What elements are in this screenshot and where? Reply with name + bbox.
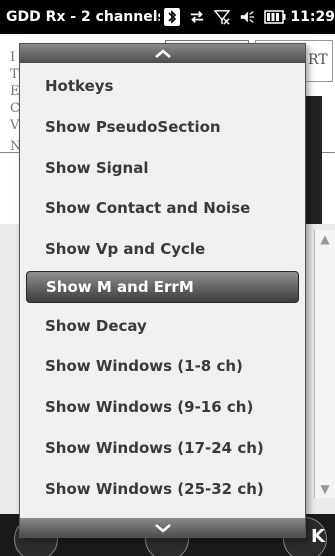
signal-off-icon[interactable] — [214, 8, 231, 26]
menu-item-show-contact-and-noise[interactable]: Show Contact and Noise — [20, 188, 305, 229]
menu-item-show-signal[interactable]: Show Signal — [20, 147, 305, 188]
sync-arrows-icon[interactable] — [189, 8, 205, 26]
right-softkey-label: K — [311, 526, 325, 547]
volume-icon[interactable] — [239, 8, 255, 26]
menu-items: Hotkeys Show PseudoSection Show Signal S… — [20, 66, 305, 509]
menu-item-show-vp-and-cycle[interactable]: Show Vp and Cycle — [20, 229, 305, 270]
menu-item-show-windows-9-16[interactable]: Show Windows (9-16 ch) — [20, 387, 305, 428]
menu-scroll-up[interactable] — [20, 44, 305, 63]
menu-item-show-decay[interactable]: Show Decay — [20, 305, 305, 346]
menu-item-show-m-and-errm[interactable]: Show M and ErrM — [26, 271, 299, 304]
menu-item-show-windows-17-24[interactable]: Show Windows (17-24 ch) — [20, 428, 305, 469]
background-scrollbar[interactable]: ▲ ▼ — [314, 230, 335, 498]
clock: 11:29 — [290, 9, 335, 25]
popup-menu: Hotkeys Show PseudoSection Show Signal S… — [19, 43, 306, 538]
battery-icon[interactable] — [264, 8, 286, 26]
menu-scroll-down[interactable] — [20, 518, 305, 537]
bluetooth-icon[interactable] — [164, 8, 181, 26]
background-tab-label: RT — [308, 52, 328, 68]
menu-item-show-windows-25-32[interactable]: Show Windows (25-32 ch) — [20, 468, 305, 509]
menu-item-show-pseudosection[interactable]: Show PseudoSection — [20, 107, 305, 148]
menu-item-show-windows-1-8[interactable]: Show Windows (1-8 ch) — [20, 346, 305, 387]
menu-item-hotkeys[interactable]: Hotkeys — [20, 66, 305, 107]
chevron-down-icon — [154, 523, 171, 533]
scroll-up-icon[interactable]: ▲ — [318, 232, 332, 246]
status-bar: GDD Rx - 2 channels 11:29 — [0, 0, 335, 34]
status-icons — [164, 8, 286, 26]
chevron-up-icon — [154, 48, 171, 58]
scroll-down-icon[interactable]: ▼ — [318, 482, 332, 496]
window-title: GDD Rx - 2 channels — [6, 9, 161, 25]
